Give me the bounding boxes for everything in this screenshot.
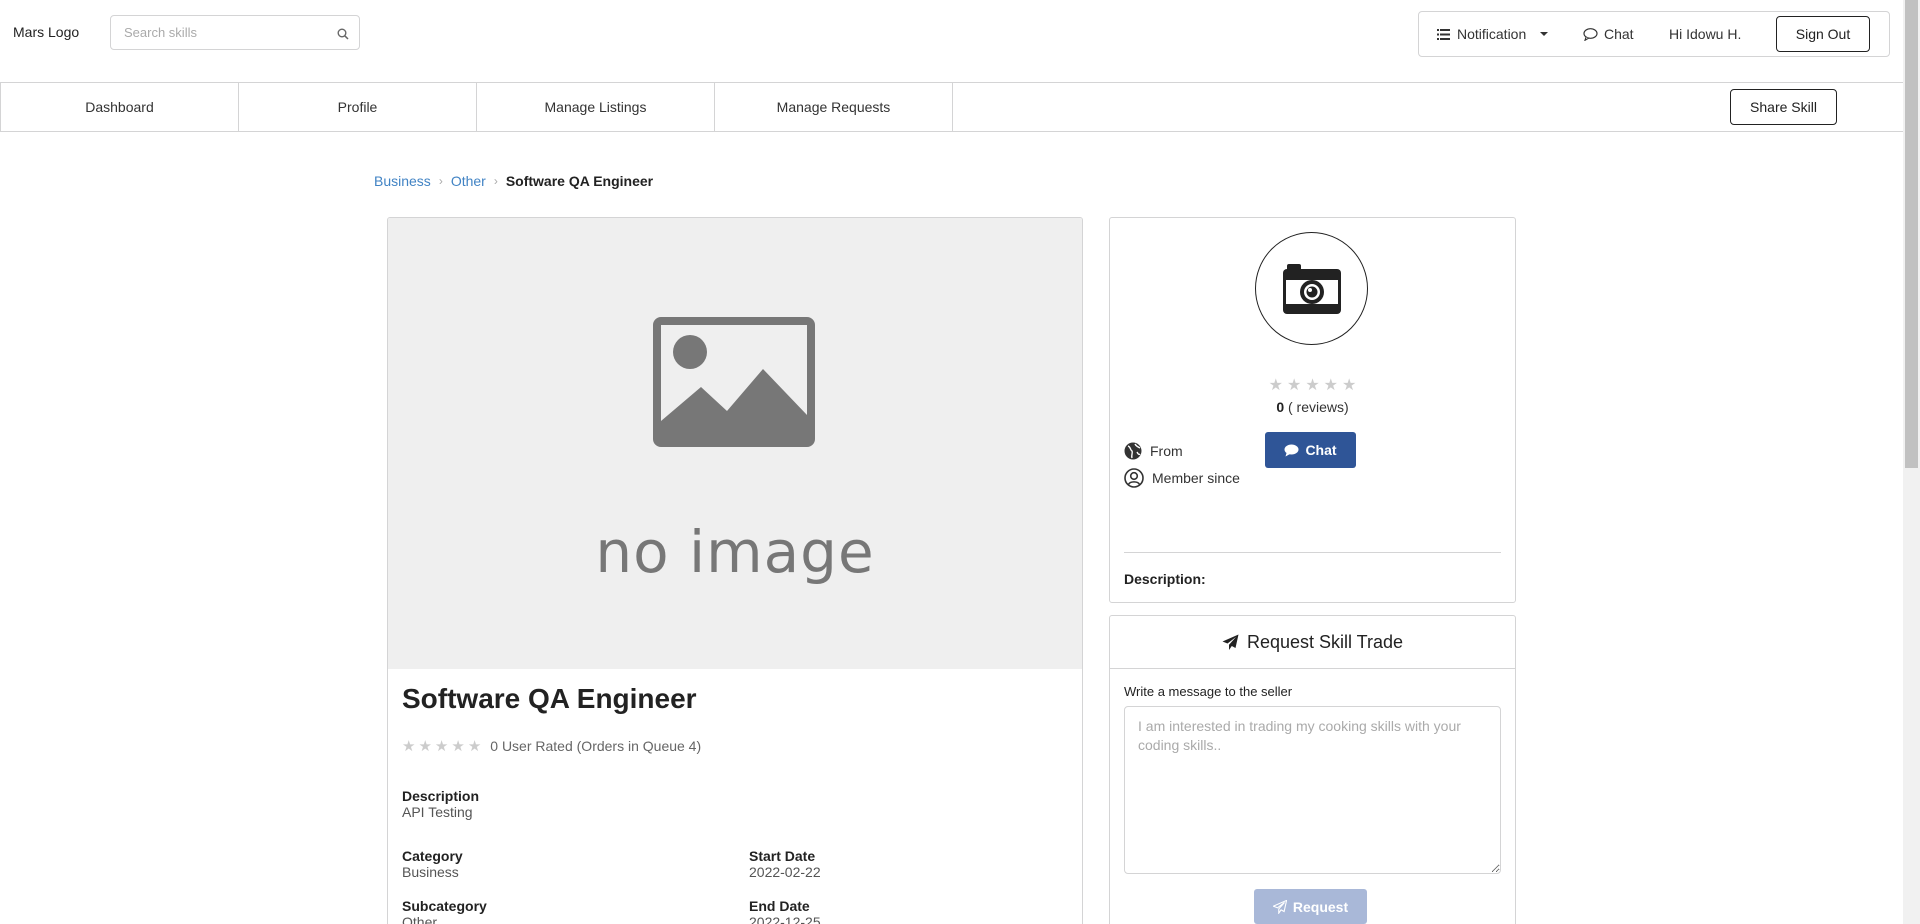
seller-chat-button[interactable]: Chat xyxy=(1265,432,1356,468)
seller-from-row: From xyxy=(1124,442,1183,460)
notification-label: Notification xyxy=(1457,26,1527,42)
paper-plane-icon xyxy=(1272,899,1287,914)
main-nav: Dashboard Profile Manage Listings Manage… xyxy=(0,82,1905,132)
seller-avatar xyxy=(1255,232,1368,345)
user-greeting: Hi Idowu H. xyxy=(1669,26,1742,42)
star-icon[interactable]: ★ xyxy=(402,737,415,755)
start-date-label: Start Date xyxy=(749,848,816,864)
seller-description-label: Description: xyxy=(1124,571,1206,587)
star-icon[interactable]: ★ xyxy=(468,737,481,755)
description-value: API Testing xyxy=(402,804,473,820)
scrollbar-thumb[interactable] xyxy=(1905,0,1918,468)
nav-item-manage-requests[interactable]: Manage Requests xyxy=(715,83,953,131)
breadcrumb-separator: › xyxy=(438,174,443,188)
seller-rating-stars: ★ ★ ★ ★ ★ xyxy=(1110,375,1515,395)
listing-title: Software QA Engineer xyxy=(402,683,697,714)
mars-logo[interactable]: Mars Logo xyxy=(13,24,79,40)
breadcrumb: Business › Other › Software QA Engineer xyxy=(374,173,653,189)
breadcrumb-other[interactable]: Other xyxy=(451,173,486,189)
nav-item-manage-listings[interactable]: Manage Listings xyxy=(477,83,715,131)
image-icon xyxy=(653,317,815,447)
share-skill-button[interactable]: Share Skill xyxy=(1730,89,1837,125)
seller-reviews: 0 ( reviews) xyxy=(1110,399,1515,415)
end-date-value: 2022-12-25 xyxy=(749,914,821,924)
star-icon: ★ xyxy=(1342,377,1357,394)
header-chat-link[interactable]: Chat xyxy=(1583,12,1634,56)
request-button[interactable]: Request xyxy=(1254,889,1367,924)
seller-card: ★ ★ ★ ★ ★ 0 ( reviews) Chat From Member … xyxy=(1109,217,1516,603)
list-icon xyxy=(1437,28,1450,40)
category-value: Business xyxy=(402,864,459,880)
no-image-text: no image xyxy=(595,518,875,586)
star-icon: ★ xyxy=(1268,377,1283,394)
notification-dropdown[interactable]: Notification xyxy=(1437,12,1549,56)
seller-chat-label: Chat xyxy=(1305,442,1337,458)
chevron-down-icon xyxy=(1540,32,1549,36)
rating-stars[interactable]: ★ ★ ★ ★ ★ xyxy=(402,737,484,755)
seller-member-row: Member since xyxy=(1124,468,1240,488)
request-button-label: Request xyxy=(1292,898,1349,915)
subcategory-label: Subcategory xyxy=(402,898,487,914)
listing-image-placeholder: no image xyxy=(388,218,1082,669)
star-icon[interactable]: ★ xyxy=(418,737,431,755)
request-card: Request Skill Trade Write a message to t… xyxy=(1109,615,1516,924)
message-textarea[interactable] xyxy=(1124,706,1501,874)
star-icon: ★ xyxy=(1305,377,1320,394)
breadcrumb-current: Software QA Engineer xyxy=(505,173,654,189)
paper-plane-icon xyxy=(1222,634,1239,650)
message-label: Write a message to the seller xyxy=(1124,684,1293,699)
top-header: Mars Logo Notification Chat Hi Idowu H. … xyxy=(0,0,1905,68)
chat-bubble-icon xyxy=(1583,27,1598,41)
start-date-value: 2022-02-22 xyxy=(749,864,821,880)
description-label: Description xyxy=(402,788,480,804)
request-header: Request Skill Trade xyxy=(1110,616,1515,669)
listing-card: no image Software QA Engineer ★ ★ ★ ★ ★ … xyxy=(387,217,1083,924)
breadcrumb-separator: › xyxy=(493,174,498,188)
nav-item-dashboard[interactable]: Dashboard xyxy=(1,83,239,131)
reviews-suffix: ( reviews) xyxy=(1288,399,1349,415)
request-title: Request Skill Trade xyxy=(1246,631,1404,652)
camera-icon xyxy=(1282,263,1341,314)
nav-item-profile[interactable]: Profile xyxy=(239,83,477,131)
end-date-label: End Date xyxy=(749,898,810,914)
comment-icon xyxy=(1284,444,1299,456)
chat-label: Chat xyxy=(1604,26,1634,42)
breadcrumb-business[interactable]: Business xyxy=(374,173,431,189)
search-input[interactable] xyxy=(111,16,311,49)
rating-text: 0 User Rated (Orders in Queue 4) xyxy=(490,738,702,754)
star-icon[interactable]: ★ xyxy=(435,737,448,755)
from-label: From xyxy=(1150,443,1183,459)
reviews-count: 0 xyxy=(1276,399,1285,415)
page-scrollbar[interactable] xyxy=(1903,0,1920,924)
user-menu: Notification Chat Hi Idowu H. Sign Out xyxy=(1418,11,1890,57)
user-circle-icon xyxy=(1124,468,1144,488)
star-icon[interactable]: ★ xyxy=(451,737,464,755)
search-box xyxy=(110,15,360,50)
member-since-label: Member since xyxy=(1152,470,1240,486)
seller-divider xyxy=(1124,552,1501,553)
globe-icon xyxy=(1124,442,1142,460)
sign-out-button[interactable]: Sign Out xyxy=(1776,16,1870,52)
star-icon: ★ xyxy=(1286,377,1302,394)
category-label: Category xyxy=(402,848,463,864)
search-icon[interactable] xyxy=(337,27,349,43)
listing-rating: ★ ★ ★ ★ ★ 0 User Rated (Orders in Queue … xyxy=(402,737,701,755)
star-icon: ★ xyxy=(1323,377,1339,394)
subcategory-value: Other xyxy=(402,914,438,924)
